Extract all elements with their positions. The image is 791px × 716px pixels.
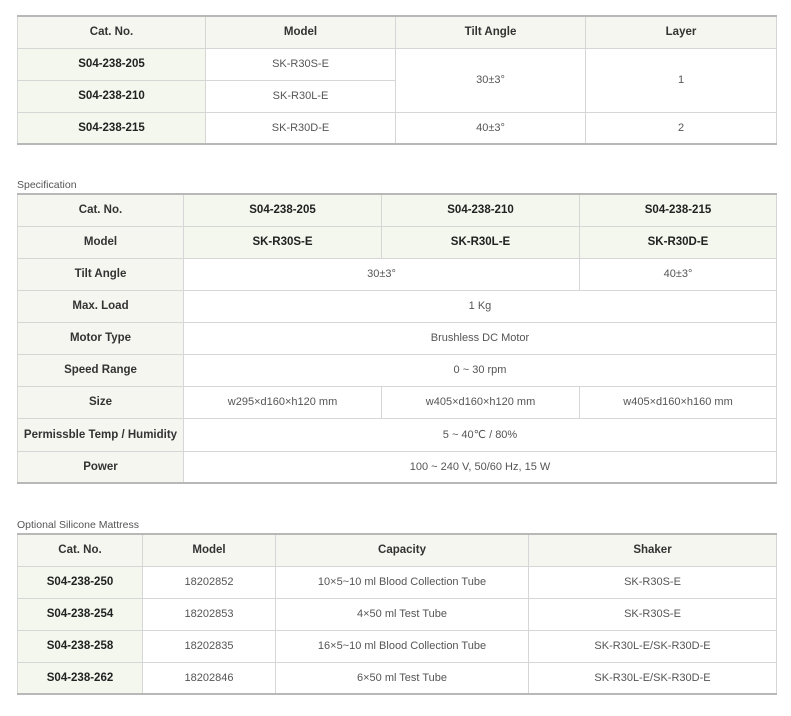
spec-row-size: Size w295×d160×h120 mm w405×d160×h120 mm… xyxy=(17,385,777,419)
spec-power-cell: 100 ~ 240 V, 50/60 Hz, 15 W xyxy=(183,450,777,484)
cat-no-cell: S04-238-215 xyxy=(17,111,206,145)
layer-cell: 1 xyxy=(585,47,777,113)
spec-row-temp-humidity: Permissble Temp / Humidity 5 ~ 40℃ / 80% xyxy=(17,417,777,452)
spec-row-max-load: Max. Load 1 Kg xyxy=(17,289,777,323)
header-model: Model xyxy=(205,15,396,49)
specification-table: Cat. No. S04-238-205 S04-238-210 S04-238… xyxy=(17,193,777,484)
cat-no-cell: S04-238-258 xyxy=(17,629,143,663)
mattress-table: Cat. No. Model Capacity Shaker S04-238-2… xyxy=(17,533,777,695)
table-row: S04-238-215 SK-R30D-E 40±3° 2 xyxy=(17,111,777,145)
spec-row-model: Model SK-R30S-E SK-R30L-E SK-R30D-E xyxy=(17,225,777,259)
cat-no-cell: S04-238-262 xyxy=(17,661,143,695)
model-cell: 18202835 xyxy=(142,629,276,663)
spec-row-tilt-angle: Tilt Angle 30±3° 40±3° xyxy=(17,257,777,291)
capacity-cell: 16×5~10 ml Blood Collection Tube xyxy=(275,629,529,663)
capacity-cell: 6×50 ml Test Tube xyxy=(275,661,529,695)
specification-caption: Specification xyxy=(17,179,77,191)
label-motor-type: Motor Type xyxy=(17,321,184,355)
spec-row-motor-type: Motor Type Brushless DC Motor xyxy=(17,321,777,355)
cat-no-cell: S04-238-254 xyxy=(17,597,143,631)
spec-model-cell: SK-R30D-E xyxy=(579,225,777,259)
spec-size-cell: w405×d160×h160 mm xyxy=(579,385,777,419)
label-temp-humidity: Permissble Temp / Humidity xyxy=(17,417,184,452)
header-capacity: Capacity xyxy=(275,533,529,567)
shaker-cell: SK-R30S-E xyxy=(528,565,777,599)
spec-load-cell: 1 Kg xyxy=(183,289,777,323)
spec-tilt-cell: 40±3° xyxy=(579,257,777,291)
spec-row-power: Power 100 ~ 240 V, 50/60 Hz, 15 W xyxy=(17,450,777,484)
label-model: Model xyxy=(17,225,184,259)
shaker-cell: SK-R30L-E/SK-R30D-E xyxy=(528,661,777,695)
layer-cell: 2 xyxy=(585,111,777,145)
header-layer: Layer xyxy=(585,15,777,49)
header-cat-no: Cat. No. xyxy=(17,533,143,567)
header-model: Model xyxy=(142,533,276,567)
spec-size-cell: w295×d160×h120 mm xyxy=(183,385,382,419)
header-tilt-angle: Tilt Angle xyxy=(395,15,586,49)
table-row: S04-238-254 18202853 4×50 ml Test Tube S… xyxy=(17,597,777,631)
table-row: S04-238-262 18202846 6×50 ml Test Tube S… xyxy=(17,661,777,695)
table-header-row: Cat. No. Model Tilt Angle Layer xyxy=(17,15,777,49)
table-row: S04-238-258 18202835 16×5~10 ml Blood Co… xyxy=(17,629,777,663)
capacity-cell: 10×5~10 ml Blood Collection Tube xyxy=(275,565,529,599)
table-header-row: Cat. No. Model Capacity Shaker xyxy=(17,533,777,567)
spec-cat-no-cell: S04-238-210 xyxy=(381,193,580,227)
spec-cat-no-cell: S04-238-205 xyxy=(183,193,382,227)
model-cell: SK-R30L-E xyxy=(205,79,396,113)
spec-row-cat-no: Cat. No. S04-238-205 S04-238-210 S04-238… xyxy=(17,193,777,227)
label-tilt-angle: Tilt Angle xyxy=(17,257,184,291)
label-size: Size xyxy=(17,385,184,419)
spec-temp-cell: 5 ~ 40℃ / 80% xyxy=(183,417,777,452)
label-cat-no: Cat. No. xyxy=(17,193,184,227)
cat-no-cell: S04-238-210 xyxy=(17,79,206,113)
table-row: S04-238-250 18202852 10×5~10 ml Blood Co… xyxy=(17,565,777,599)
model-cell: 18202852 xyxy=(142,565,276,599)
spec-tilt-cell: 30±3° xyxy=(183,257,580,291)
models-table: Cat. No. Model Tilt Angle Layer S04-238-… xyxy=(17,15,777,145)
mattress-caption: Optional Silicone Mattress xyxy=(17,519,139,531)
shaker-cell: SK-R30L-E/SK-R30D-E xyxy=(528,629,777,663)
spec-size-cell: w405×d160×h120 mm xyxy=(381,385,580,419)
model-cell: 18202846 xyxy=(142,661,276,695)
tilt-angle-cell: 40±3° xyxy=(395,111,586,145)
header-cat-no: Cat. No. xyxy=(17,15,206,49)
model-cell: SK-R30D-E xyxy=(205,111,396,145)
spec-speed-cell: 0 ~ 30 rpm xyxy=(183,353,777,387)
cat-no-cell: S04-238-250 xyxy=(17,565,143,599)
model-cell: SK-R30S-E xyxy=(205,47,396,81)
spec-model-cell: SK-R30L-E xyxy=(381,225,580,259)
label-power: Power xyxy=(17,450,184,484)
spec-model-cell: SK-R30S-E xyxy=(183,225,382,259)
spec-motor-cell: Brushless DC Motor xyxy=(183,321,777,355)
label-speed-range: Speed Range xyxy=(17,353,184,387)
capacity-cell: 4×50 ml Test Tube xyxy=(275,597,529,631)
spec-cat-no-cell: S04-238-215 xyxy=(579,193,777,227)
spec-row-speed-range: Speed Range 0 ~ 30 rpm xyxy=(17,353,777,387)
model-cell: 18202853 xyxy=(142,597,276,631)
header-shaker: Shaker xyxy=(528,533,777,567)
shaker-cell: SK-R30S-E xyxy=(528,597,777,631)
tilt-angle-cell: 30±3° xyxy=(395,47,586,113)
label-max-load: Max. Load xyxy=(17,289,184,323)
table-row: S04-238-205 SK-R30S-E 30±3° 1 xyxy=(17,47,777,113)
cat-no-cell: S04-238-205 xyxy=(17,47,206,81)
